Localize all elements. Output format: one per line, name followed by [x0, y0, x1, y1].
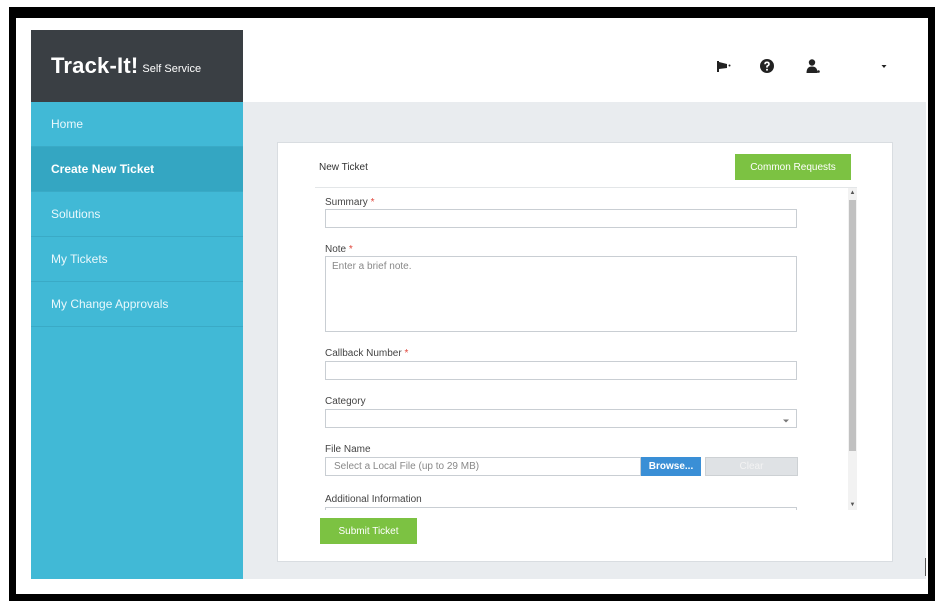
sidebar-item-label: Create New Ticket — [51, 162, 155, 176]
note-label: Note * — [325, 244, 353, 255]
callback-number-input[interactable] — [325, 361, 797, 380]
top-header — [243, 30, 926, 102]
summary-label: Summary * — [325, 197, 375, 208]
callback-number-label: Callback Number * — [325, 348, 409, 359]
card-title: New Ticket — [319, 162, 368, 173]
ticket-form: Summary * Note * Enter a brief note. Cal… — [315, 188, 857, 510]
sidebar-item-create-new-ticket[interactable]: Create New Ticket — [31, 147, 243, 192]
scrollbar-thumb[interactable] — [849, 200, 856, 451]
required-marker: * — [348, 244, 353, 255]
chevron-down-icon — [782, 416, 790, 427]
file-path-placeholder: Select a Local File (up to 29 MB) — [334, 461, 480, 472]
note-placeholder: Enter a brief note. — [332, 261, 412, 272]
brand-name: Track-It! — [51, 53, 139, 78]
new-ticket-card: New Ticket Common Requests Summary * Not… — [277, 142, 893, 562]
required-marker: * — [370, 197, 375, 208]
summary-input[interactable] — [325, 209, 797, 228]
text-cursor — [925, 558, 926, 576]
submit-ticket-button[interactable]: Submit Ticket — [320, 518, 417, 544]
browse-button[interactable]: Browse... — [641, 457, 701, 476]
note-textarea[interactable]: Enter a brief note. — [325, 256, 797, 332]
brand-subtitle: Self Service — [142, 63, 202, 75]
sidebar: Track-It! Self Service Home Create New T… — [31, 30, 243, 579]
sidebar-item-solutions[interactable]: Solutions — [31, 192, 243, 237]
scroll-up-icon[interactable]: ▲ — [848, 188, 857, 198]
sidebar-item-label: Solutions — [51, 207, 101, 221]
category-select[interactable] — [325, 409, 797, 428]
sidebar-item-my-tickets[interactable]: My Tickets — [31, 237, 243, 282]
scroll-down-icon[interactable]: ▼ — [848, 500, 857, 510]
form-scrollbar[interactable]: ▲ ▼ — [848, 188, 857, 510]
announcement-icon[interactable] — [716, 58, 732, 74]
additional-information-field[interactable] — [325, 507, 797, 510]
file-path-input[interactable]: Select a Local File (up to 29 MB) — [325, 457, 641, 476]
sidebar-item-home[interactable]: Home — [31, 102, 243, 147]
required-marker: * — [404, 348, 409, 359]
sidebar-item-my-change-approvals[interactable]: My Change Approvals — [31, 282, 243, 327]
additional-information-label: Additional Information — [325, 494, 422, 505]
common-requests-button[interactable]: Common Requests — [735, 154, 851, 180]
file-name-label: File Name — [325, 444, 371, 455]
brand-logo[interactable]: Track-It! Self Service — [31, 30, 243, 102]
caret-down-icon[interactable] — [876, 58, 892, 74]
sidebar-item-label: My Change Approvals — [51, 297, 169, 311]
help-icon[interactable] — [759, 58, 775, 74]
sidebar-item-label: Home — [51, 117, 84, 131]
clear-button[interactable]: Clear — [705, 457, 798, 476]
app-window: Track-It! Self Service Home Create New T… — [31, 30, 926, 579]
category-label: Category — [325, 396, 366, 407]
user-icon[interactable] — [805, 58, 821, 74]
sidebar-item-label: My Tickets — [51, 252, 108, 266]
